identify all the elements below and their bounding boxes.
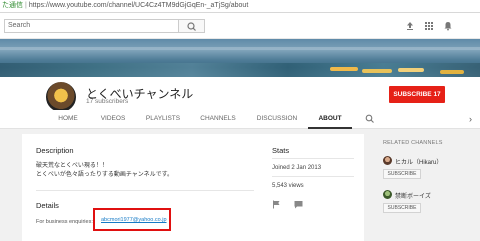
stats-heading: Stats	[272, 146, 290, 155]
upload-icon[interactable]	[404, 20, 416, 32]
search-input[interactable]: Search	[4, 19, 179, 33]
url-text[interactable]: https://www.youtube.com/channel/UC4Cz4TM…	[29, 2, 248, 9]
related-subscribe-button[interactable]: SUBSCRIBE	[383, 203, 421, 213]
kayak-graphic	[330, 67, 358, 71]
subscribe-label: SUBSCRIBE	[393, 91, 432, 98]
apps-grid-icon[interactable]	[423, 20, 435, 32]
channel-search-icon[interactable]	[365, 114, 375, 124]
description-heading: Description	[36, 146, 74, 155]
section-divider	[36, 190, 254, 191]
joined-date: Joined 2 Jan 2013	[272, 165, 322, 171]
search-button[interactable]	[179, 19, 205, 33]
business-enquiries-label: For business enquiries:	[36, 219, 93, 225]
related-channel-name[interactable]: ヒカル（Hikaru）	[395, 157, 442, 166]
tab-playlists[interactable]: PLAYLISTS	[144, 110, 182, 129]
description-text: 破天荒なとくべい現る！！ とくべいが色々語ったりする動画チャンネルです。	[36, 162, 173, 180]
stats-divider	[272, 176, 354, 177]
tab-about[interactable]: ABOUT	[308, 110, 352, 129]
secure-connection-label: た通信	[2, 2, 23, 9]
masthead: Search	[0, 13, 480, 39]
search-icon	[187, 22, 196, 31]
description-line: とくべいが色々語ったりする動画チャンネルです。	[36, 172, 174, 178]
kayak-graphic	[398, 68, 424, 72]
notifications-bell-icon[interactable]	[442, 20, 454, 32]
description-line: 破天荒なとくべい現る！！	[36, 163, 108, 169]
message-icon[interactable]	[294, 200, 303, 209]
details-heading: Details	[36, 201, 59, 210]
tab-channels[interactable]: CHANNELS	[199, 110, 237, 129]
related-channel-name[interactable]: 禁断ボーイズ	[395, 191, 431, 200]
tab-home[interactable]: HOME	[54, 110, 82, 129]
related-channels-panel	[378, 134, 480, 241]
tab-discussion[interactable]: DISCUSSION	[256, 110, 298, 129]
subscribe-button[interactable]: SUBSCRIBE 17	[389, 86, 445, 103]
channel-banner	[0, 39, 480, 77]
email-highlight-box	[93, 208, 171, 231]
related-channels-heading: RELATED CHANNELS	[383, 140, 443, 146]
channel-tabs: HOME VIDEOS PLAYLISTS CHANNELS DISCUSSIO…	[0, 110, 480, 129]
address-bar[interactable]: た通信 | https://www.youtube.com/channel/UC4C…	[0, 0, 480, 13]
channel-avatar[interactable]	[44, 80, 78, 114]
related-channel-avatar[interactable]	[383, 190, 392, 199]
view-count: 5,543 views	[272, 183, 304, 189]
subscriber-count: 17 subscribers	[86, 98, 129, 105]
tab-videos[interactable]: VIDEOS	[98, 110, 128, 129]
kayak-graphic	[362, 69, 392, 73]
subscribe-count: 17	[433, 91, 441, 98]
chevron-right-icon[interactable]: ›	[469, 114, 477, 124]
url-separator: |	[25, 2, 27, 9]
flag-icon[interactable]	[272, 200, 281, 209]
stats-divider	[272, 158, 354, 159]
related-channel-avatar[interactable]	[383, 156, 392, 165]
related-subscribe-button[interactable]: SUBSCRIBE	[383, 169, 421, 179]
kayak-graphic	[440, 70, 464, 74]
